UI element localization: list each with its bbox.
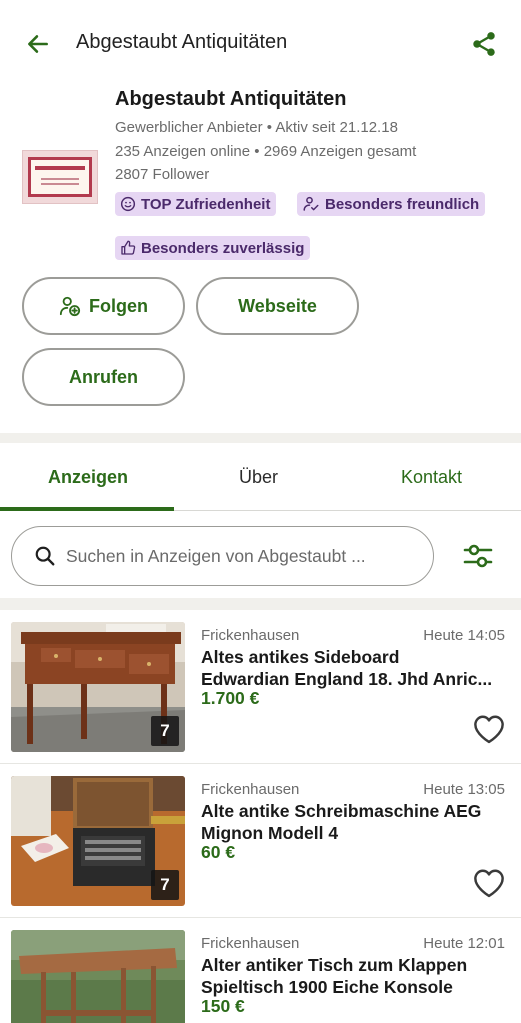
back-button[interactable]: [22, 28, 54, 60]
follow-button[interactable]: Folgen: [22, 277, 185, 335]
listing-item[interactable]: 7 Frickenhausen Heute 14:05 Altes antike…: [0, 610, 521, 764]
app-bar: Abgestaubt Antiquitäten: [0, 0, 521, 88]
listing-item[interactable]: Frickenhausen Heute 12:01 Alter antiker …: [0, 918, 521, 1023]
listing-title[interactable]: Alte antike Schreibmaschine AEG Mignon M…: [201, 800, 503, 844]
search-placeholder: Suchen in Anzeigen von Abgestaubt ...: [66, 546, 366, 566]
share-button[interactable]: [466, 26, 502, 62]
badge-label: TOP Zufriedenheit: [141, 195, 271, 213]
listing-location: Frickenhausen: [201, 781, 300, 798]
website-label: Webseite: [238, 295, 317, 316]
profile-tabs: Anzeigen Über Kontakt: [0, 443, 521, 511]
filter-sliders-icon: [463, 544, 493, 568]
listing-title-line: Mignon Modell 4: [201, 823, 339, 843]
listing-price: 60 €: [201, 842, 236, 862]
image-count-badge: 7: [151, 716, 179, 746]
active-tab-indicator: [0, 507, 174, 511]
seller-type: Gewerblicher Anbieter • Aktiv seit 21.12…: [115, 119, 398, 136]
badge-besonders-zuverlaessig: Besonders zuverlässig: [115, 236, 311, 260]
listing-time: Heute 14:05: [423, 627, 505, 644]
seller-name: Abgestaubt Antiquitäten: [115, 88, 347, 110]
search-icon: [35, 546, 55, 566]
tab-anzeigen[interactable]: Anzeigen: [48, 467, 128, 488]
table-photo: [11, 930, 185, 1023]
follower-count: 2807 Follower: [115, 166, 210, 183]
listing-image-typewriter[interactable]: 7: [11, 776, 185, 906]
tab-ueber[interactable]: Über: [239, 467, 278, 488]
page-title: Abgestaubt Antiquitäten: [76, 31, 288, 53]
listing-image-table[interactable]: [11, 930, 185, 1023]
badge-besonders-freundlich: Besonders freundlich: [297, 192, 486, 216]
listing-item[interactable]: 7 Frickenhausen Heute 13:05 Alte antike …: [0, 764, 521, 918]
call-button[interactable]: Anrufen: [22, 348, 185, 406]
listing-title[interactable]: Alter antiker Tisch zum Klappen Spieltis…: [201, 954, 503, 998]
image-count-badge: 7: [151, 870, 179, 900]
listing-title-line: Edwardian England 18. Jhd Anric...: [201, 669, 493, 689]
website-button[interactable]: Webseite: [196, 277, 359, 335]
thumbs-up-icon: [121, 240, 136, 255]
listing-time: Heute 12:01: [423, 935, 505, 952]
filter-button[interactable]: [458, 538, 498, 574]
call-label: Anrufen: [69, 366, 138, 387]
listing-location: Frickenhausen: [201, 935, 300, 952]
listing-image-sideboard[interactable]: 7: [11, 622, 185, 752]
listing-title-line: Altes antikes Sideboard: [201, 647, 400, 667]
listing-title-line: Alte antike Schreibmaschine AEG: [201, 801, 482, 821]
listing-price: 150 €: [201, 996, 245, 1016]
heart-icon[interactable]: [472, 714, 506, 744]
seller-logo: [22, 150, 98, 204]
smile-icon: [120, 196, 136, 212]
heart-icon[interactable]: [472, 868, 506, 898]
ads-count: 235 Anzeigen online • 2969 Anzeigen gesa…: [115, 143, 417, 160]
search-input[interactable]: Suchen in Anzeigen von Abgestaubt ...: [11, 526, 434, 586]
listing-price: 1.700 €: [201, 688, 260, 708]
follow-label: Folgen: [89, 295, 148, 316]
section-divider: [0, 598, 521, 610]
listing-title-line: Alter antiker Tisch zum Klappen: [201, 955, 468, 975]
logo-image: [28, 157, 92, 197]
badge-label: Besonders zuverlässig: [141, 239, 305, 257]
section-divider: [0, 433, 521, 443]
listing-title[interactable]: Altes antikes Sideboard Edwardian Englan…: [201, 646, 503, 690]
badge-top-zufriedenheit: TOP Zufriedenheit: [115, 192, 277, 216]
add-user-icon: [59, 296, 81, 317]
badge-label: Besonders freundlich: [325, 195, 480, 213]
friendly-person-icon: [303, 196, 319, 211]
listing-location: Frickenhausen: [201, 627, 300, 644]
listing-title-line: Spieltisch 1900 Eiche Konsole: [201, 977, 453, 997]
arrow-left-icon: [28, 35, 48, 53]
share-icon: [473, 32, 495, 56]
tab-kontakt[interactable]: Kontakt: [401, 467, 462, 488]
listing-time: Heute 13:05: [423, 781, 505, 798]
